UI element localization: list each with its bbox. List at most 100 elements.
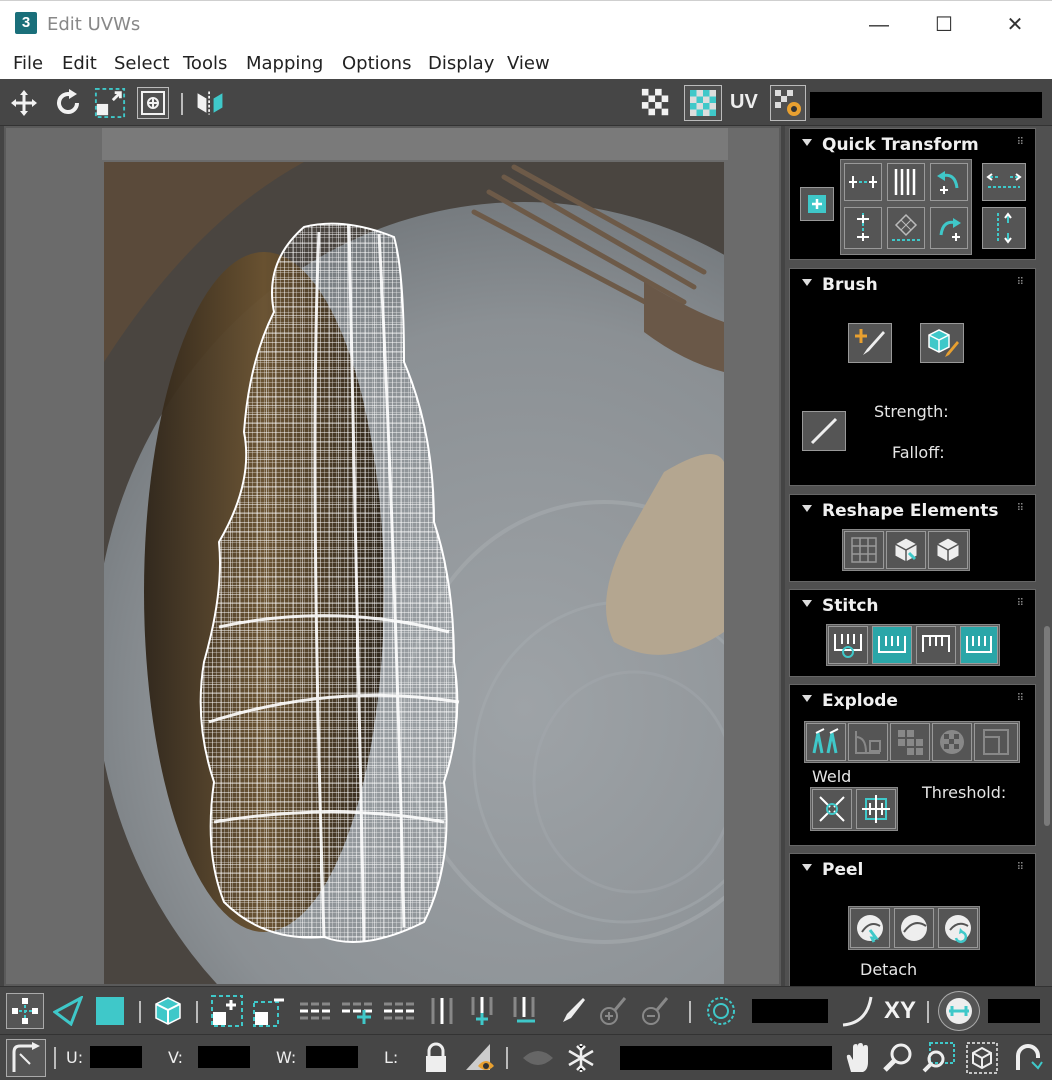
rollout-title[interactable]: Brush [822, 275, 878, 295]
grip-icon[interactable]: ⠿ [1017, 693, 1025, 704]
lock-icon[interactable] [418, 1039, 454, 1077]
minimize-button[interactable]: — [861, 9, 897, 41]
texture-dropdown[interactable] [810, 92, 1042, 118]
collapse-arrow-icon[interactable] [802, 600, 812, 607]
hide-icon[interactable] [462, 1039, 498, 1077]
zoom-region-icon[interactable] [920, 1039, 958, 1077]
maximize-button[interactable]: ☐ [926, 9, 962, 41]
rollout-title[interactable]: Explode [822, 691, 898, 711]
grip-icon[interactable]: ⠿ [1017, 503, 1025, 514]
relax-brush-icon[interactable] [920, 323, 964, 363]
paint-select-shrink-icon[interactable] [636, 993, 672, 1029]
scroll-thumb[interactable] [1044, 626, 1050, 826]
align-center-icon[interactable] [800, 187, 834, 221]
absolute-offset-icon[interactable] [6, 1039, 46, 1077]
flatten-by-angle-icon[interactable] [848, 723, 888, 761]
soft-selection-icon[interactable] [702, 993, 740, 1029]
menu-view[interactable]: View [507, 53, 550, 74]
u-field[interactable] [90, 1046, 142, 1068]
grip-icon[interactable]: ⠿ [1017, 598, 1025, 609]
uv-editor-viewport[interactable] [4, 126, 781, 986]
edge-select-icon[interactable] [50, 993, 86, 1029]
element-select-icon[interactable] [150, 993, 186, 1029]
uv-label[interactable]: UV [730, 91, 758, 114]
stitch-custom-icon[interactable] [828, 626, 868, 664]
shrink-loop-icon[interactable] [380, 993, 418, 1029]
freeze-icon[interactable] [562, 1039, 600, 1077]
stitch-to-target-icon[interactable] [960, 626, 998, 664]
distribute-vertical-icon[interactable] [887, 163, 925, 201]
space-vertical-icon[interactable] [982, 207, 1026, 249]
collapse-arrow-icon[interactable] [802, 279, 812, 286]
brush-stroke-icon[interactable] [802, 411, 846, 451]
break-icon[interactable] [806, 723, 846, 761]
edge-distance-field[interactable] [988, 999, 1040, 1023]
freeform-icon[interactable] [137, 87, 169, 119]
grow-loop-icon[interactable] [338, 993, 376, 1029]
menu-mapping[interactable]: Mapping [246, 53, 323, 74]
edge-ring-icon[interactable] [424, 993, 460, 1029]
grip-icon[interactable]: ⠿ [1017, 862, 1025, 873]
collapse-arrow-icon[interactable] [802, 695, 812, 702]
w-field[interactable] [306, 1046, 358, 1068]
flatten-by-smoothing-icon[interactable] [974, 723, 1018, 761]
selection-set-dropdown[interactable] [620, 1046, 832, 1070]
peel-mode-icon[interactable] [894, 908, 934, 948]
settings-checker-icon[interactable] [770, 85, 806, 121]
shrink-ring-icon[interactable] [508, 993, 544, 1029]
edge-distance-icon[interactable] [938, 991, 980, 1031]
straighten-icon[interactable] [887, 207, 925, 249]
close-button[interactable]: ✕ [997, 9, 1033, 41]
collapse-arrow-icon[interactable] [802, 505, 812, 512]
quick-peel-icon[interactable] [850, 908, 890, 948]
menu-edit[interactable]: Edit [62, 53, 97, 74]
shrink-selection-icon[interactable] [250, 993, 288, 1029]
align-horizontal-icon[interactable] [844, 163, 882, 201]
pan-icon[interactable] [840, 1039, 876, 1077]
collapse-arrow-icon[interactable] [802, 139, 812, 146]
scale-icon[interactable] [94, 87, 126, 119]
reset-peel-icon[interactable] [938, 908, 978, 948]
weld-selected-icon[interactable] [812, 789, 852, 829]
rotate-ccw-icon[interactable] [930, 163, 968, 201]
rotate-cw-icon[interactable] [930, 207, 968, 249]
stitch-to-source-icon[interactable] [872, 626, 912, 664]
mirror-icon[interactable] [194, 87, 226, 119]
xy-label[interactable]: XY [884, 997, 916, 1025]
side-panel-scrollbar[interactable] [1043, 126, 1052, 986]
rollout-title[interactable]: Stitch [822, 596, 879, 616]
space-horizontal-icon[interactable] [982, 163, 1026, 201]
v-field[interactable] [198, 1046, 250, 1068]
zoom-icon[interactable] [880, 1039, 916, 1077]
weld-target-icon[interactable] [856, 789, 896, 829]
vertex-select-icon[interactable] [6, 993, 44, 1029]
align-vertical-icon[interactable] [844, 207, 882, 249]
move-icon[interactable] [8, 87, 40, 119]
menu-select[interactable]: Select [114, 53, 170, 74]
stitch-average-icon[interactable] [916, 626, 956, 664]
checker-pattern-icon[interactable] [640, 87, 672, 119]
grip-icon[interactable]: ⠿ [1017, 277, 1025, 288]
flatten-by-polygon-icon[interactable] [890, 723, 930, 761]
texture-checker-icon[interactable] [684, 85, 722, 121]
flatten-by-material-icon[interactable] [932, 723, 972, 761]
menu-options[interactable]: Options [342, 53, 411, 74]
relax-until-flat-icon[interactable] [886, 531, 926, 569]
menu-display[interactable]: Display [428, 53, 494, 74]
straighten-selection-icon[interactable] [844, 531, 884, 569]
rollout-title[interactable]: Quick Transform [822, 135, 979, 155]
menu-file[interactable]: File [13, 53, 43, 74]
show-icon[interactable] [518, 1039, 558, 1077]
polygon-select-icon[interactable] [92, 993, 128, 1029]
grip-icon[interactable]: ⠿ [1017, 137, 1025, 148]
grow-selection-icon[interactable] [208, 993, 246, 1029]
grow-ring-icon[interactable] [466, 993, 502, 1029]
rollout-title[interactable]: Peel [822, 860, 863, 880]
soft-selection-field[interactable] [752, 999, 828, 1023]
collapse-arrow-icon[interactable] [802, 864, 812, 871]
edge-loop-icon[interactable] [296, 993, 334, 1029]
paint-move-icon[interactable] [848, 323, 892, 363]
rollout-title[interactable]: Reshape Elements [822, 501, 999, 521]
snap-icon[interactable] [1008, 1039, 1048, 1077]
paint-select-icon[interactable] [552, 993, 588, 1029]
